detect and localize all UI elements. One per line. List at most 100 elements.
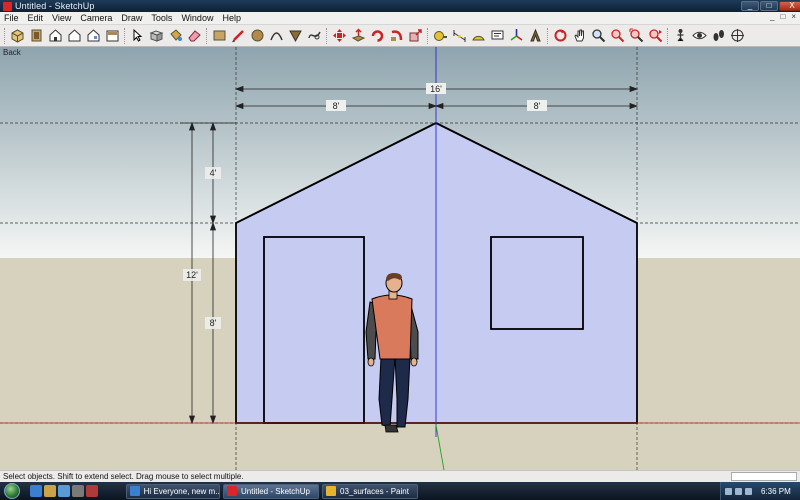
- previous-view-icon[interactable]: [647, 27, 664, 44]
- pan-icon[interactable]: [571, 27, 588, 44]
- volume-tray-icon[interactable]: [735, 487, 742, 495]
- rectangle-icon[interactable]: [211, 27, 228, 44]
- text-icon[interactable]: [489, 27, 506, 44]
- toolbar-grip[interactable]: [326, 27, 329, 44]
- windows-orb-icon: [4, 483, 20, 499]
- polygon-icon[interactable]: [287, 27, 304, 44]
- paint-icon: [326, 486, 336, 496]
- position-camera-icon[interactable]: [672, 27, 689, 44]
- scale-icon[interactable]: [407, 27, 424, 44]
- ie-quicklaunch-icon[interactable]: [30, 485, 42, 497]
- window-controls: _ □ X: [740, 1, 800, 11]
- status-bar: Select objects. Shift to extend select. …: [0, 470, 800, 482]
- front-view-icon[interactable]: [47, 27, 64, 44]
- security-tray-icon[interactable]: [745, 487, 752, 495]
- left-view-icon[interactable]: [104, 27, 121, 44]
- arc-icon[interactable]: [268, 27, 285, 44]
- maximize-button[interactable]: □: [760, 1, 778, 11]
- task-label: 03_surfaces - Paint: [340, 486, 409, 496]
- start-button[interactable]: [0, 482, 24, 500]
- move-icon[interactable]: [331, 27, 348, 44]
- toolbar-grip[interactable]: [4, 27, 7, 44]
- toolbar-grip[interactable]: [427, 27, 430, 44]
- make-component-icon[interactable]: [148, 27, 165, 44]
- total-height-label[interactable]: 12': [186, 270, 198, 280]
- orbit-icon[interactable]: [552, 27, 569, 44]
- ie-icon: [130, 486, 140, 496]
- measurements-box[interactable]: [731, 472, 797, 481]
- view-name-label: Back: [3, 48, 21, 57]
- sketchup-icon: [227, 486, 237, 496]
- left-half-width-label[interactable]: 8': [333, 101, 340, 111]
- menu-window[interactable]: Window: [181, 13, 213, 23]
- menu-draw[interactable]: Draw: [121, 13, 142, 23]
- os-taskbar: Hi Everyone, new m... Untitled - SketchU…: [0, 482, 800, 500]
- menu-tools[interactable]: Tools: [151, 13, 172, 23]
- title-bar: Untitled - SketchUp _ □ X: [0, 0, 800, 12]
- right-half-width-label[interactable]: 8': [534, 101, 541, 111]
- dimension-icon[interactable]: [451, 27, 468, 44]
- top-view-icon[interactable]: [28, 27, 45, 44]
- section-plane-icon[interactable]: [729, 27, 746, 44]
- menu-camera[interactable]: Camera: [80, 13, 112, 23]
- menu-edit[interactable]: Edit: [28, 13, 44, 23]
- window-title: Untitled - SketchUp: [15, 1, 95, 11]
- toolbar-grip[interactable]: [206, 27, 209, 44]
- quick-launch: [30, 485, 100, 497]
- 3d-text-icon[interactable]: [527, 27, 544, 44]
- taskbar-item-sketchup[interactable]: Untitled - SketchUp: [223, 483, 319, 499]
- look-around-icon[interactable]: [691, 27, 708, 44]
- doc-minimize-button[interactable]: _: [770, 12, 774, 21]
- clock[interactable]: 6:36 PM: [761, 487, 791, 496]
- follow-me-icon[interactable]: [388, 27, 405, 44]
- total-width-label[interactable]: 16': [430, 84, 442, 94]
- tape-measure-icon[interactable]: [432, 27, 449, 44]
- toolbar-grip[interactable]: [667, 27, 670, 44]
- zoom-window-icon[interactable]: [609, 27, 626, 44]
- line-pencil-icon[interactable]: [230, 27, 247, 44]
- minimize-button[interactable]: _: [741, 1, 759, 11]
- push-pull-icon[interactable]: [350, 27, 367, 44]
- wall-height-label[interactable]: 8': [210, 318, 217, 328]
- doc-restore-button[interactable]: □: [780, 12, 785, 21]
- folder-quicklaunch-icon[interactable]: [44, 485, 56, 497]
- toolbar-grip[interactable]: [124, 27, 127, 44]
- zoom-extents-icon[interactable]: [628, 27, 645, 44]
- task-label: Untitled - SketchUp: [241, 486, 310, 496]
- menu-help[interactable]: Help: [222, 13, 241, 23]
- paint-bucket-icon[interactable]: [167, 27, 184, 44]
- status-text: Select objects. Shift to extend select. …: [3, 472, 244, 481]
- menu-file[interactable]: File: [4, 13, 19, 23]
- protractor-icon[interactable]: [470, 27, 487, 44]
- eraser-icon[interactable]: [186, 27, 203, 44]
- select-arrow-icon[interactable]: [129, 27, 146, 44]
- freehand-icon[interactable]: [306, 27, 323, 44]
- main-toolbar: [0, 25, 800, 47]
- menu-bar: File Edit View Camera Draw Tools Window …: [0, 12, 800, 25]
- media-quicklaunch-icon[interactable]: [72, 485, 84, 497]
- doc-close-button[interactable]: ×: [791, 12, 796, 21]
- circle-icon[interactable]: [249, 27, 266, 44]
- menu-view[interactable]: View: [52, 13, 71, 23]
- sketchup-app-icon: [3, 1, 12, 11]
- back-view-icon[interactable]: [85, 27, 102, 44]
- rotate-icon[interactable]: [369, 27, 386, 44]
- taskbar-item-browser[interactable]: Hi Everyone, new m...: [126, 483, 220, 499]
- zoom-icon[interactable]: [590, 27, 607, 44]
- desktop-quicklaunch-icon[interactable]: [58, 485, 70, 497]
- roof-height-label[interactable]: 4': [210, 168, 217, 178]
- close-button[interactable]: X: [779, 1, 800, 11]
- scene-canvas[interactable]: 16' 8' 8' 12' 4' 8': [0, 47, 800, 470]
- iso-view-icon[interactable]: [9, 27, 26, 44]
- taskbar-item-paint[interactable]: 03_surfaces - Paint: [322, 483, 418, 499]
- document-window-controls: _ □ ×: [764, 12, 796, 21]
- task-label: Hi Everyone, new m...: [143, 486, 219, 496]
- system-tray: 6:36 PM: [720, 482, 800, 500]
- right-view-icon[interactable]: [66, 27, 83, 44]
- axes-icon[interactable]: [508, 27, 525, 44]
- toolbar-grip[interactable]: [547, 27, 550, 44]
- network-tray-icon[interactable]: [725, 487, 732, 495]
- modeling-viewport[interactable]: 16' 8' 8' 12' 4' 8' Back: [0, 47, 800, 470]
- app-quicklaunch-icon[interactable]: [86, 485, 98, 497]
- walk-icon[interactable]: [710, 27, 727, 44]
